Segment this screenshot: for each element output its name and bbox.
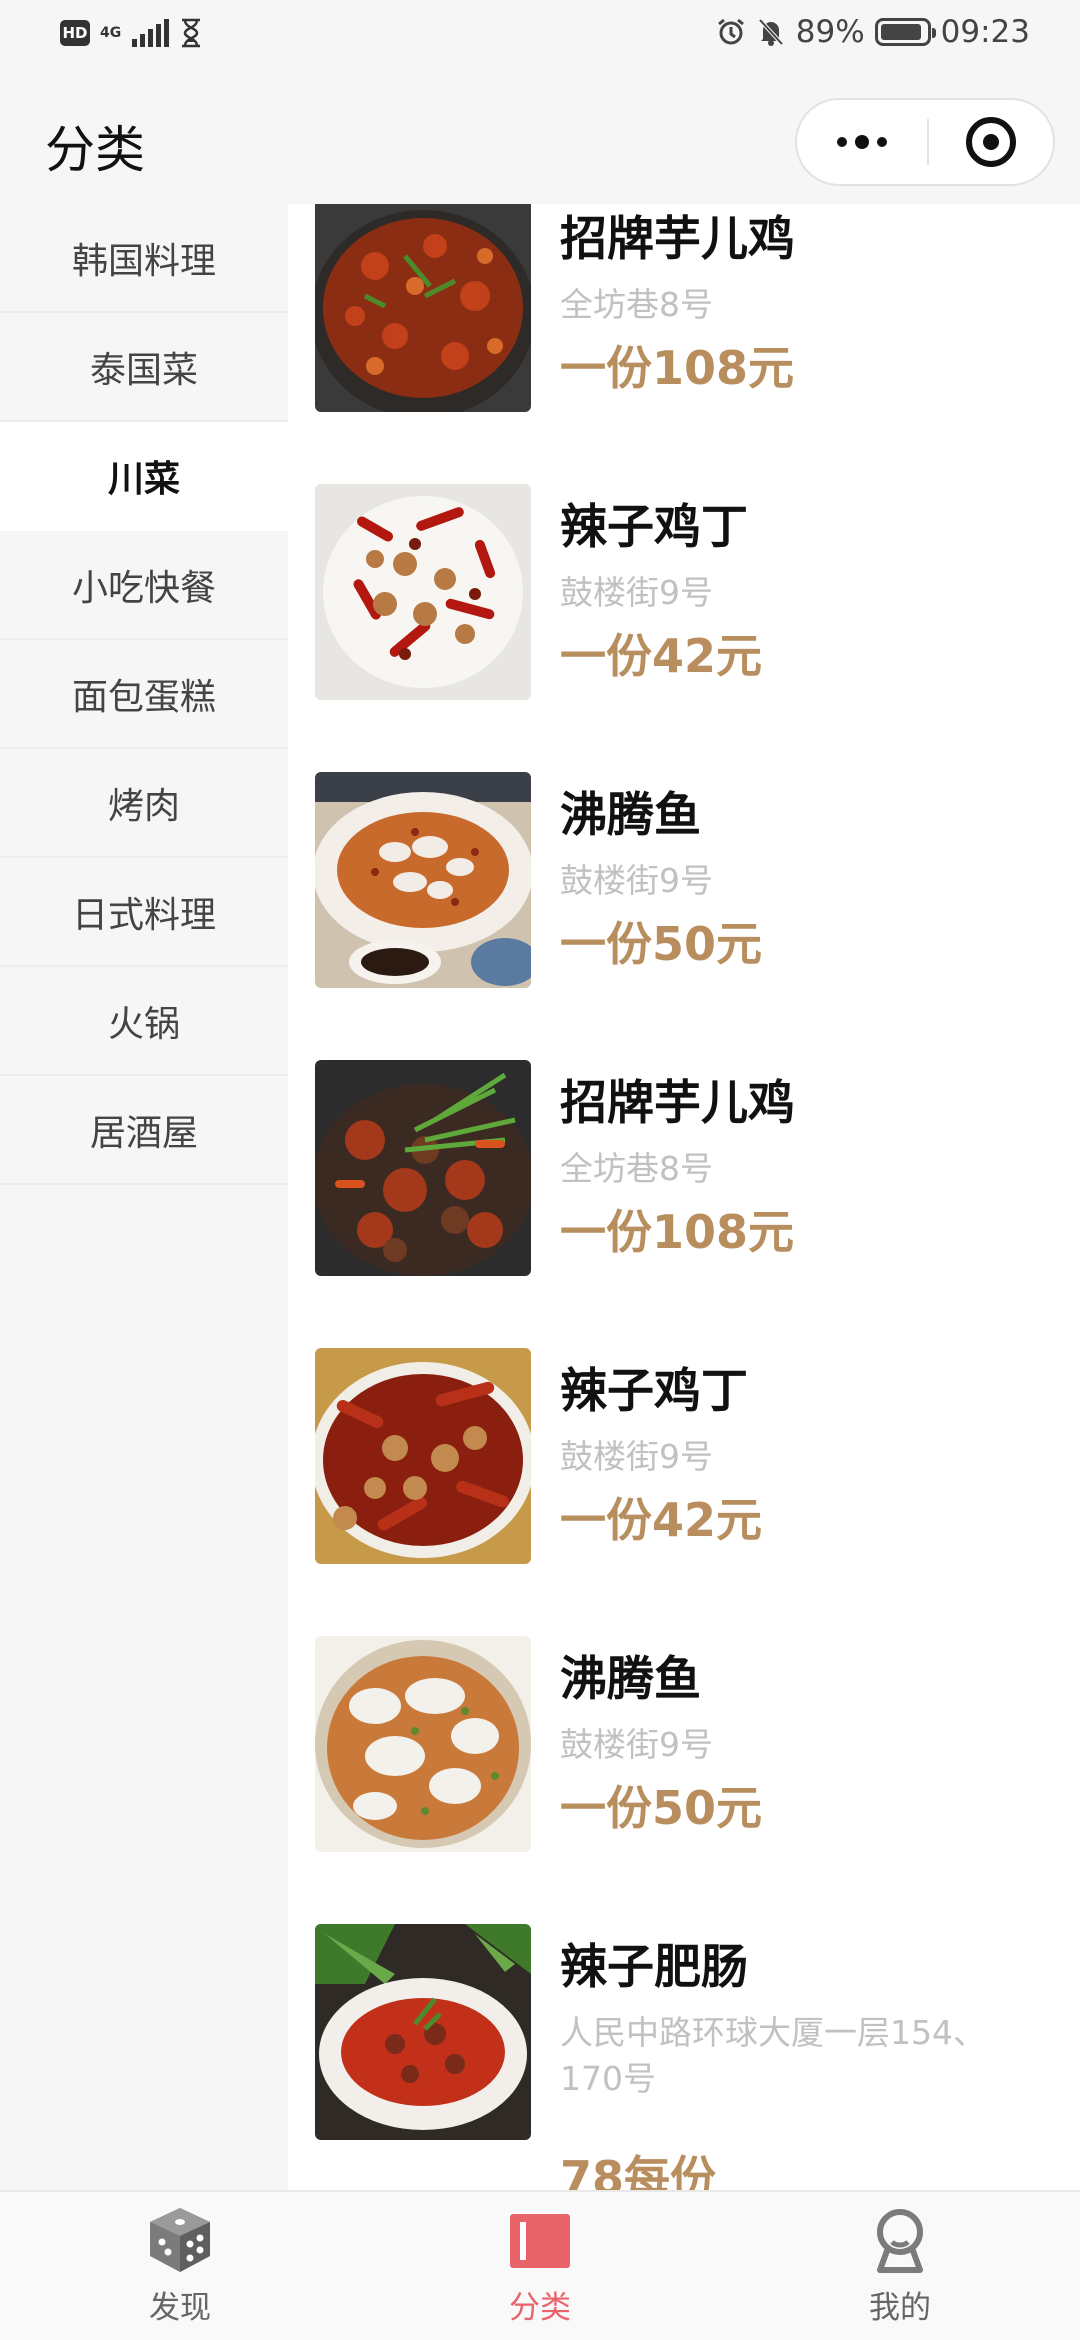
dish-address: 鼓楼街9号 — [560, 1437, 713, 1476]
alarm-icon — [717, 18, 744, 45]
dice-icon — [144, 2204, 216, 2276]
status-bar: HD 4G 89% 09:23 — [0, 0, 1080, 74]
tab-mine[interactable]: 我的 — [720, 2192, 1080, 2340]
dish-price: 一份42元 — [560, 629, 763, 683]
dish-price: 78每份 — [560, 2151, 717, 2190]
profile-icon — [864, 2204, 936, 2276]
close-button[interactable] — [929, 100, 1053, 184]
list-item[interactable]: 招牌芋儿鸡 全坊巷8号 一份108元 — [288, 204, 1080, 484]
dish-list: 招牌芋儿鸡 全坊巷8号 一份108元 辣子鸡丁 鼓楼街9号 一份42元 沸腾鱼 … — [288, 204, 1080, 2190]
dish-image — [315, 484, 531, 700]
tab-bar: 发现 分类 我的 — [0, 2190, 1080, 2340]
sidebar-item-thai[interactable]: 泰国菜 — [0, 313, 288, 422]
tab-discover[interactable]: 发现 — [0, 2192, 360, 2340]
sidebar-item-izakaya[interactable]: 居酒屋 — [0, 1076, 288, 1185]
network-label: 4G — [100, 25, 122, 41]
dish-address: 全坊巷8号 — [560, 285, 713, 324]
list-item[interactable]: 辣子鸡丁 鼓楼街9号 一份42元 — [288, 1348, 1080, 1636]
dish-price: 一份50元 — [560, 1781, 763, 1835]
mini-program-capsule — [795, 98, 1055, 186]
category-sidebar: 韩国料理 泰国菜 川菜 小吃快餐 面包蛋糕 烤肉 日式料理 火锅 居酒屋 — [0, 204, 288, 2190]
dish-price: 一份42元 — [560, 1493, 763, 1547]
dish-name: 辣子鸡丁 — [560, 500, 748, 555]
page-title: 分类 — [45, 121, 145, 179]
signal-icon — [132, 19, 169, 47]
dish-address: 人民中路环球大厦一层154、170号 — [560, 2013, 986, 2098]
dish-name: 沸腾鱼 — [560, 788, 701, 843]
clock: 09:23 — [940, 14, 1030, 50]
hourglass-icon — [182, 18, 200, 48]
dish-name: 招牌芋儿鸡 — [560, 212, 795, 267]
target-icon — [966, 117, 1016, 167]
dish-list-container: 招牌芋儿鸡 全坊巷8号 一份108元 辣子鸡丁 鼓楼街9号 一份42元 沸腾鱼 … — [288, 204, 1080, 2190]
battery-percent: 89% — [795, 14, 865, 50]
list-item[interactable]: 沸腾鱼 鼓楼街9号 一份50元 — [288, 772, 1080, 1060]
dish-image — [315, 1348, 531, 1564]
header: 分类 — [0, 74, 1080, 204]
sidebar-item-hotpot[interactable]: 火锅 — [0, 967, 288, 1076]
mute-bell-icon — [758, 18, 784, 46]
sidebar-item-korean[interactable]: 韩国料理 — [0, 204, 288, 313]
sidebar-item-sichuan[interactable]: 川菜 — [0, 422, 288, 531]
hd-badge: HD — [60, 20, 90, 46]
dish-image — [315, 1636, 531, 1852]
dish-image — [315, 772, 531, 988]
list-item[interactable]: 辣子鸡丁 鼓楼街9号 一份42元 — [288, 484, 1080, 772]
dish-image — [315, 1060, 531, 1276]
dish-address: 全坊巷8号 — [560, 1149, 713, 1188]
dot-icon — [837, 137, 847, 147]
category-icon — [504, 2204, 576, 2276]
dish-price: 一份108元 — [560, 1205, 795, 1259]
dot-icon — [877, 137, 887, 147]
sidebar-item-snacks[interactable]: 小吃快餐 — [0, 531, 288, 640]
dish-price: 一份108元 — [560, 341, 795, 395]
status-right: 89% 09:23 — [716, 14, 1030, 50]
dish-address: 鼓楼街9号 — [560, 1725, 713, 1764]
tab-label: 分类 — [509, 2290, 571, 2326]
dish-name: 辣子鸡丁 — [560, 1364, 748, 1419]
tab-label: 我的 — [869, 2290, 931, 2326]
tab-category[interactable]: 分类 — [360, 2192, 720, 2340]
dish-address: 鼓楼街9号 — [560, 861, 713, 900]
status-left: HD 4G — [60, 18, 203, 48]
dish-address: 鼓楼街9号 — [560, 573, 713, 612]
dot-icon — [855, 135, 869, 149]
list-item[interactable]: 辣子肥肠 人民中路环球大厦一层154、170号 78每份 — [288, 1924, 1080, 2190]
dish-name: 辣子肥肠 — [560, 1940, 748, 1995]
dish-image — [315, 1924, 531, 2140]
sidebar-item-bakery[interactable]: 面包蛋糕 — [0, 640, 288, 749]
battery-icon — [874, 18, 936, 46]
more-button[interactable] — [797, 100, 927, 184]
dish-image — [315, 204, 531, 412]
dish-price: 一份50元 — [560, 917, 763, 971]
dish-name: 招牌芋儿鸡 — [560, 1076, 795, 1131]
dish-name: 沸腾鱼 — [560, 1652, 701, 1707]
sidebar-item-japanese[interactable]: 日式料理 — [0, 858, 288, 967]
list-item[interactable]: 招牌芋儿鸡 全坊巷8号 一份108元 — [288, 1060, 1080, 1348]
sidebar-item-bbq[interactable]: 烤肉 — [0, 749, 288, 858]
tab-label: 发现 — [149, 2290, 211, 2326]
list-item[interactable]: 沸腾鱼 鼓楼街9号 一份50元 — [288, 1636, 1080, 1924]
